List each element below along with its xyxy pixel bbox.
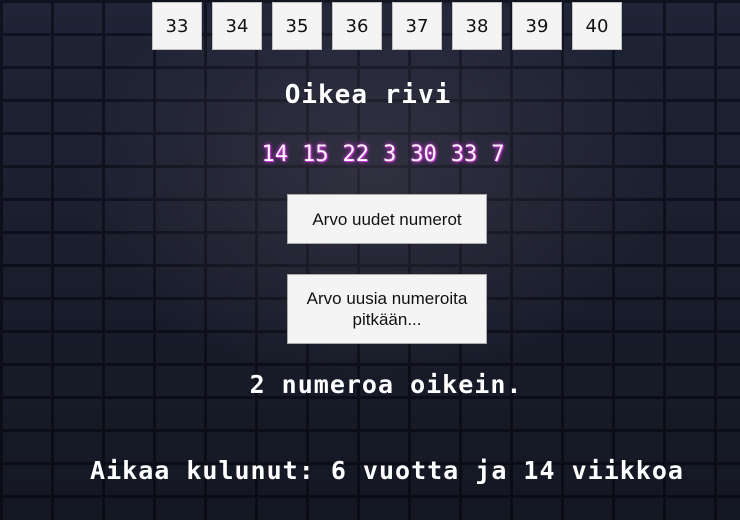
- draw-new-numbers-button[interactable]: Arvo uudet numerot: [287, 194, 487, 244]
- result-text: 2 numeroa oikein.: [249, 370, 523, 399]
- draw-numbers-long-button[interactable]: Arvo uusia numeroita pitkään...: [287, 274, 487, 344]
- correct-number: 15: [302, 142, 329, 167]
- number-grid-row: 33 34 35 36 37 38 39 40: [152, 2, 622, 50]
- number-box-36[interactable]: 36: [332, 2, 382, 50]
- correct-number: 33: [450, 142, 478, 167]
- lottery-page: 33 34 35 36 37 38 39 40 Oikea rivi 14 15…: [0, 0, 740, 520]
- correct-number: 30: [410, 142, 437, 167]
- number-box-35[interactable]: 35: [272, 2, 322, 50]
- correct-row-title: Oikea rivi: [284, 80, 452, 110]
- number-box-40[interactable]: 40: [572, 2, 622, 50]
- number-box-37[interactable]: 37: [392, 2, 442, 50]
- correct-numbers-row: 14 15 22 3 30 33 7: [0, 142, 740, 167]
- number-box-39[interactable]: 39: [512, 2, 562, 50]
- correct-number: 7: [491, 142, 505, 167]
- elapsed-time-text: Aikaa kulunut: 6 vuotta ja 14 viikkoa: [90, 456, 684, 485]
- number-box-38[interactable]: 38: [452, 2, 502, 50]
- number-box-34[interactable]: 34: [212, 2, 262, 50]
- correct-number: 22: [342, 142, 370, 167]
- number-box-33[interactable]: 33: [152, 2, 202, 50]
- correct-number: 3: [383, 142, 397, 167]
- correct-number: 14: [261, 142, 289, 167]
